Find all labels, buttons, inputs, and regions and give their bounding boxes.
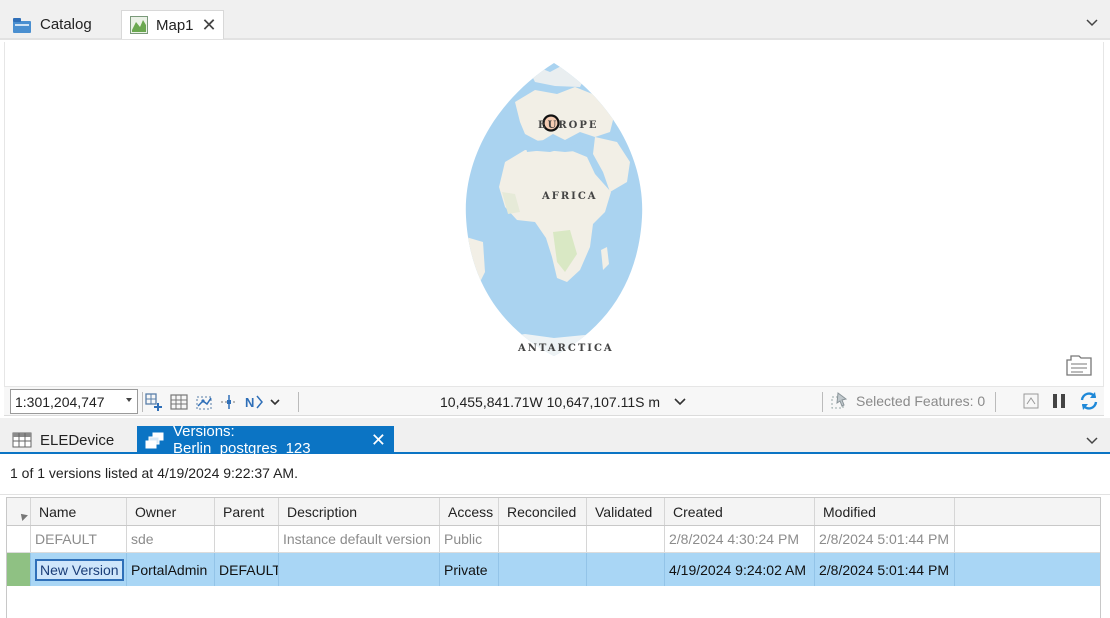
cell-created[interactable]: 2/8/2024 4:30:24 PM (665, 526, 815, 552)
cell-filler (955, 553, 1100, 586)
row-selector[interactable] (7, 526, 31, 552)
selection-icon (831, 392, 848, 409)
column-header-modified[interactable]: Modified (815, 498, 955, 525)
column-header-name[interactable]: Name (31, 498, 127, 525)
tab-map1[interactable]: Map1 ✕ (121, 10, 224, 39)
map-view[interactable]: EUROPE AFRICA ANTARCTICA (4, 42, 1104, 386)
column-header-reconciled[interactable]: Reconciled (499, 498, 587, 525)
row-edit-indicator[interactable] (7, 553, 31, 586)
add-grid-icon[interactable] (144, 392, 164, 412)
pane-tab-strip: ELEDevice Versions: Berlin_postgres_123 … (0, 418, 1110, 457)
tab-eledevice-label: ELEDevice (40, 431, 115, 449)
versions-status: 1 of 1 versions listed at 4/19/2024 9:22… (10, 465, 298, 481)
chevron-down-icon[interactable] (269, 392, 283, 412)
world-map (465, 63, 643, 356)
clear-selection-icon[interactable] (1022, 392, 1040, 413)
cell-owner[interactable]: sde (127, 526, 215, 552)
tab-eledevice[interactable]: ELEDevice (4, 426, 122, 454)
chevron-down-icon[interactable] (674, 394, 686, 411)
cell-reconciled[interactable] (499, 553, 587, 586)
refresh-icon[interactable] (1078, 390, 1100, 415)
chevron-down-icon[interactable] (126, 398, 132, 402)
cell-modified[interactable]: 2/8/2024 5:01:44 PM (815, 553, 955, 586)
map-tab-strip: Catalog Map1 ✕ (0, 0, 1110, 40)
table-row[interactable]: DEFAULT sde Instance default version Pub… (7, 526, 1100, 553)
map-label-europe: EUROPE (538, 120, 599, 131)
select-all-corner[interactable] (7, 498, 31, 525)
cell-validated[interactable] (587, 553, 665, 586)
separator (995, 392, 996, 412)
cell-filler (955, 526, 1100, 552)
scale-value: 1:301,204,747 (15, 393, 105, 410)
cell-description[interactable] (279, 553, 440, 586)
cell-name[interactable]: DEFAULT (31, 526, 127, 552)
tab-versions[interactable]: Versions: Berlin_postgres_123 ✕ (137, 423, 394, 457)
tab-versions-label: Versions: Berlin_postgres_123 (173, 423, 311, 457)
cell-parent[interactable]: DEFAULT (215, 553, 279, 586)
separator (822, 392, 823, 412)
column-header-description[interactable]: Description (279, 498, 440, 525)
map-label-antarctica: ANTARCTICA (518, 343, 614, 354)
cell-name-editing[interactable]: New Version (31, 553, 127, 586)
divider (0, 494, 1110, 495)
separator (142, 392, 143, 412)
svg-text:N: N (245, 395, 254, 410)
close-icon[interactable]: ✕ (202, 16, 217, 34)
cell-access[interactable]: Public (440, 526, 499, 552)
map-icon (130, 16, 148, 34)
catalog-icon (12, 16, 32, 34)
coordinate-readout: 10,455,841.71W 10,647,107.11S m (440, 394, 661, 410)
selected-features[interactable]: Selected Features: 0 (830, 391, 985, 411)
map-status-bar: 1:301,204,747 N 10,455,841.71W 10,647,10… (4, 386, 1104, 416)
overview-icon[interactable] (1065, 354, 1093, 378)
tab-catalog[interactable]: Catalog (4, 10, 100, 39)
table-icon (12, 432, 32, 448)
scale-selector[interactable]: 1:301,204,747 (10, 389, 138, 414)
selected-features-label: Selected Features: 0 (856, 393, 986, 409)
corner-triangle-icon (17, 510, 28, 521)
cell-validated[interactable] (587, 526, 665, 552)
tab-catalog-label: Catalog (40, 16, 92, 33)
cell-created[interactable]: 4/19/2024 9:24:02 AM (665, 553, 815, 586)
separator (298, 392, 299, 412)
cell-reconciled[interactable] (499, 526, 587, 552)
constraints-icon[interactable] (219, 392, 239, 412)
cell-access[interactable]: Private (440, 553, 499, 586)
snapping-icon[interactable] (194, 392, 214, 412)
column-header-validated[interactable]: Validated (587, 498, 665, 525)
table-row-selected[interactable]: New Version PortalAdmin DEFAULT Private … (7, 553, 1100, 586)
grid-icon[interactable] (169, 392, 189, 412)
versions-icon (145, 432, 165, 449)
cell-parent[interactable] (215, 526, 279, 552)
column-header-filler (955, 498, 1100, 525)
column-header-access[interactable]: Access (440, 498, 499, 525)
versions-table: Name Owner Parent Description Access Rec… (6, 497, 1101, 618)
tab-map1-label: Map1 (156, 16, 194, 34)
cell-modified[interactable]: 2/8/2024 5:01:44 PM (815, 526, 955, 552)
column-header-parent[interactable]: Parent (215, 498, 279, 525)
chevron-down-icon[interactable] (1086, 14, 1098, 30)
map-label-africa: AFRICA (542, 191, 598, 202)
table-header: Name Owner Parent Description Access Rec… (7, 498, 1100, 526)
versions-pane: 1 of 1 versions listed at 4/19/2024 9:22… (0, 454, 1110, 618)
cell-description[interactable]: Instance default version (279, 526, 440, 552)
pause-drawing-icon[interactable] (1050, 392, 1068, 413)
close-icon[interactable]: ✕ (371, 431, 386, 449)
chevron-down-icon[interactable] (1086, 432, 1098, 448)
column-header-created[interactable]: Created (665, 498, 815, 525)
north-arrow-icon[interactable]: N (244, 392, 264, 412)
column-header-owner[interactable]: Owner (127, 498, 215, 525)
name-edit-input[interactable]: New Version (35, 558, 124, 581)
cell-owner[interactable]: PortalAdmin (127, 553, 215, 586)
